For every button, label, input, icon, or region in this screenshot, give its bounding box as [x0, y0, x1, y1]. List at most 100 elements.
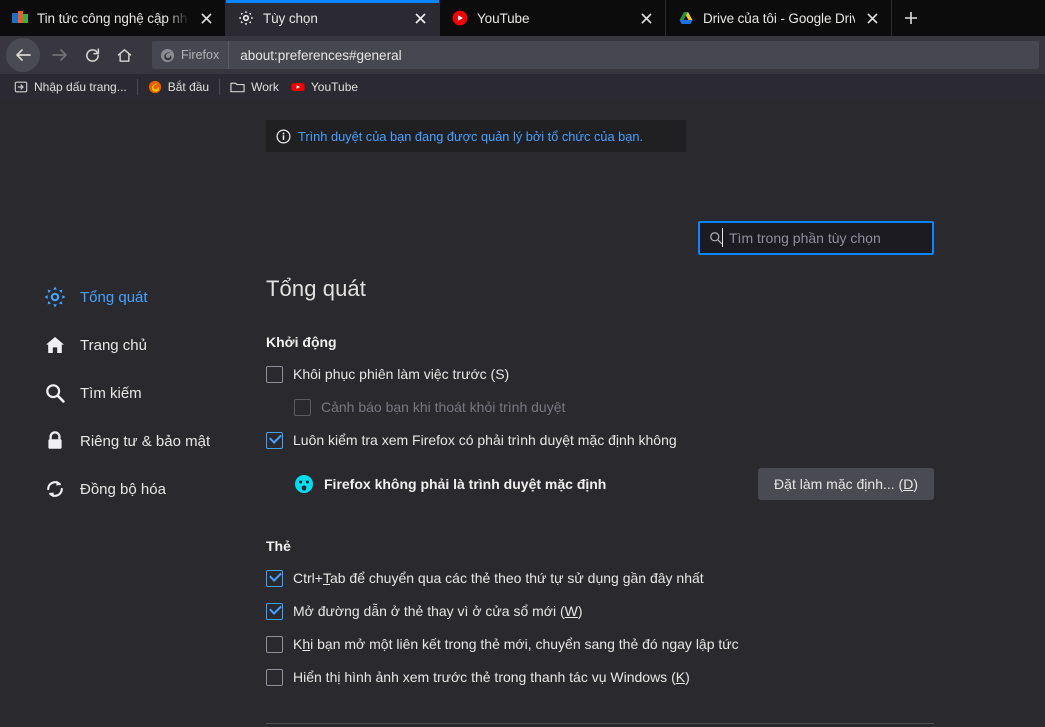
gear-icon — [238, 10, 254, 26]
url-text[interactable]: about:preferences#general — [229, 48, 1039, 63]
bookmark-label: Bắt đầu — [167, 80, 210, 94]
label-accesskey: T — [322, 570, 330, 586]
label-post: i bạn mở một liên kết trong thẻ mới, chu… — [310, 636, 739, 652]
checkbox-links-in-tabs[interactable] — [266, 603, 283, 620]
tab-title: Drive của tôi - Google Drive — [703, 10, 855, 26]
label-accesskey: W — [564, 603, 578, 619]
checkbox-row-restore-session[interactable]: Khôi phục phiên làm việc trước (S) — [266, 365, 934, 384]
page-title: Tổng quát — [266, 276, 366, 301]
button-accesskey: D — [903, 476, 914, 492]
tab-title: YouTube — [477, 10, 530, 26]
plus-icon — [905, 12, 917, 24]
gear-icon — [44, 286, 66, 308]
browser-tab-active[interactable]: Tùy chọn — [226, 0, 440, 36]
checkbox-row-warn-on-quit[interactable]: Cảnh báo bạn khi thoát khỏi trình duyệt — [266, 398, 934, 417]
navigation-toolbar: Firefox about:preferences#general — [0, 36, 1045, 74]
youtube-icon — [452, 10, 468, 26]
firefox-logo-icon — [148, 80, 161, 94]
label-post: ab để chuyển qua các thẻ theo thứ tự sử … — [329, 570, 704, 586]
label-pre: Mở đường dẫn ở thẻ thay vì ở cửa sổ mới … — [293, 603, 565, 619]
close-icon[interactable] — [409, 7, 431, 29]
sidebar-item-privacy[interactable]: Riêng tư & bảo mật — [0, 426, 240, 456]
checkbox-label: Ctrl+Tab để chuyển qua các thẻ theo thứ … — [293, 569, 704, 588]
checkbox-label: Hiển thị hình ảnh xem trước thẻ trong th… — [293, 668, 690, 687]
preferences-sidebar: Tổng quát Trang chủ Tìm kiếm Riêng tư & … — [0, 100, 240, 522]
back-button[interactable] — [6, 38, 40, 72]
checkbox-warn-on-quit[interactable] — [294, 399, 311, 416]
reload-button[interactable] — [76, 39, 108, 71]
checkbox-row-ctrl-tab[interactable]: Ctrl+Tab để chuyển qua các thẻ theo thứ … — [266, 569, 934, 588]
button-label-pre: Đặt làm mặc định... ( — [774, 476, 904, 492]
startup-heading: Khởi động — [266, 334, 337, 350]
sidebar-item-label: Trang chủ — [80, 336, 147, 354]
tab-title: Tùy chọn — [263, 10, 318, 26]
checkbox-restore-session[interactable] — [266, 366, 283, 383]
tab-strip: Tin tức công nghệ cập nhật 24/ Tùy chọn … — [0, 0, 1045, 36]
checkbox-label: Luôn kiểm tra xem Firefox có phải trình … — [293, 432, 677, 448]
sidebar-item-label: Tổng quát — [80, 288, 148, 306]
forward-button[interactable] — [44, 39, 76, 71]
bookmark-getting-started[interactable]: Bắt đầu — [142, 76, 215, 98]
sync-icon — [44, 478, 66, 500]
label-accesskey: K — [675, 669, 686, 685]
checkbox-label: Khi bạn mở một liên kết trong thẻ mới, c… — [293, 635, 739, 654]
bookmark-label: Work — [251, 80, 279, 94]
home-icon — [117, 48, 131, 62]
sidebar-item-general[interactable]: Tổng quát — [0, 282, 240, 312]
new-tab-button[interactable] — [892, 0, 930, 36]
label-post: ) — [577, 603, 583, 619]
search-icon — [44, 382, 66, 404]
checkbox-label: Mở đường dẫn ở thẻ thay vì ở cửa sổ mới … — [293, 602, 583, 621]
home-button[interactable] — [108, 39, 140, 71]
set-default-button[interactable]: Đặt làm mặc định... (D) — [758, 468, 934, 500]
sidebar-item-home[interactable]: Trang chủ — [0, 330, 240, 360]
section-divider — [266, 723, 934, 724]
browser-tab[interactable]: Tin tức công nghệ cập nhật 24/ — [0, 0, 226, 36]
checkbox-label: Cảnh báo bạn khi thoát khỏi trình duyệt — [321, 399, 566, 415]
checkbox-row-taskbar-previews[interactable]: Hiển thị hình ảnh xem trước thẻ trong th… — [266, 668, 934, 687]
checkbox-row-check-default[interactable]: Luôn kiểm tra xem Firefox có phải trình … — [266, 431, 934, 450]
folder-icon — [230, 82, 245, 93]
tab-title: Tin tức công nghệ cập nhật 24/ — [37, 10, 189, 26]
sidebar-item-search[interactable]: Tìm kiếm — [0, 378, 240, 408]
close-icon[interactable] — [195, 7, 217, 29]
youtube-icon — [291, 83, 305, 91]
bookmark-label: YouTube — [310, 80, 359, 94]
url-bar[interactable]: Firefox about:preferences#general — [152, 41, 1039, 69]
bookmark-label: Nhập dấu trang... — [34, 80, 127, 94]
bookmark-folder-work[interactable]: Work — [224, 76, 285, 98]
checkbox-row-switch-to-new-tab[interactable]: Khi bạn mở một liên kết trong thẻ mới, c… — [266, 635, 934, 654]
checkbox-check-default[interactable] — [266, 432, 283, 449]
label-pre: K — [293, 636, 303, 652]
lock-icon — [44, 430, 66, 452]
checkbox-ctrl-tab[interactable] — [266, 570, 283, 587]
reload-icon — [85, 47, 99, 62]
label-pre: Hiển thị hình ảnh xem trước thẻ trong th… — [293, 669, 676, 685]
tabs-heading: Thẻ — [266, 538, 291, 554]
sidebar-item-label: Đồng bộ hóa — [80, 480, 166, 498]
checkbox-taskbar-previews[interactable] — [266, 669, 283, 686]
forward-arrow-icon — [52, 49, 67, 61]
identity-box[interactable]: Firefox — [152, 41, 230, 69]
close-icon[interactable] — [861, 7, 883, 29]
button-label-post: ) — [913, 476, 918, 492]
checkbox-row-links-in-tabs[interactable]: Mở đường dẫn ở thẻ thay vì ở cửa sổ mới … — [266, 602, 934, 621]
default-browser-status-text: Firefox không phải là trình duyệt mặc đị… — [324, 476, 607, 492]
bookmarks-toolbar: Nhập dấu trang... Bắt đầu Work YouTube — [0, 74, 1045, 100]
bookmark-import-button[interactable]: Nhập dấu trang... — [8, 76, 133, 98]
divider — [136, 79, 138, 95]
checkbox-switch-to-new-tab[interactable] — [266, 636, 283, 653]
sidebar-item-label: Tìm kiếm — [80, 384, 142, 402]
sidebar-item-label: Riêng tư & bảo mật — [80, 432, 211, 450]
browser-tab[interactable]: YouTube — [440, 0, 666, 36]
bookmark-youtube[interactable]: YouTube — [285, 76, 364, 98]
browser-tab[interactable]: Drive của tôi - Google Drive — [666, 0, 892, 36]
default-browser-status-row: Firefox không phải là trình duyệt mặc đị… — [266, 468, 934, 500]
checkbox-label: Khôi phục phiên làm việc trước (S) — [293, 366, 510, 382]
close-icon[interactable] — [635, 7, 657, 29]
sidebar-item-sync[interactable]: Đồng bộ hóa — [0, 474, 240, 504]
label-accesskey: h — [302, 636, 311, 652]
import-bookmarks-icon — [14, 81, 28, 93]
label-post: ) — [685, 669, 690, 685]
